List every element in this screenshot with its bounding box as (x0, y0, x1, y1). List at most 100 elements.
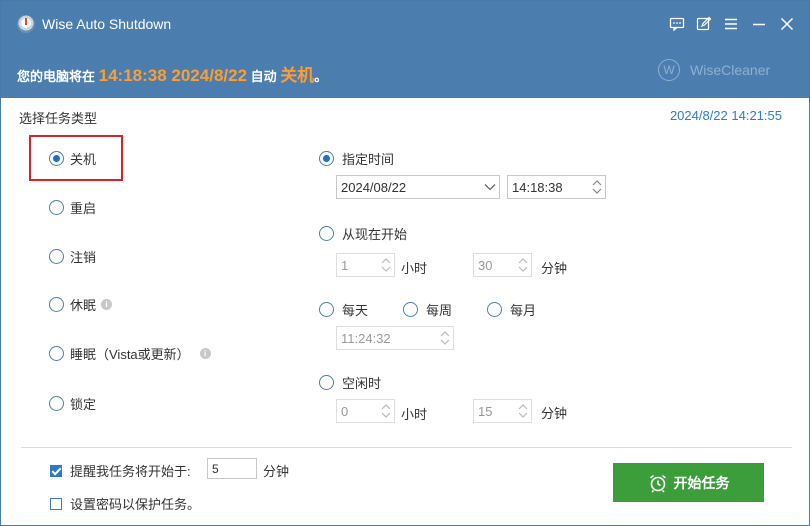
remind-label: 提醒我任务将开始于: (70, 464, 191, 479)
radio-shutdown-indicator[interactable] (49, 151, 64, 166)
chevron-down-icon[interactable] (481, 176, 499, 198)
spin-up-icon[interactable] (592, 179, 602, 187)
radio-sleep-label: 睡眠（Vista或更新） (70, 347, 190, 362)
wisecleaner-logo-icon: W (658, 59, 680, 81)
idle-minutes-stepper[interactable]: 15 (473, 399, 532, 423)
remind-unit: 分钟 (263, 464, 290, 479)
radio-weekly[interactable]: 每周 (403, 300, 452, 319)
hibernate-info-icon[interactable]: i (101, 299, 113, 310)
title-bar: Wise Auto Shutdown (1, 1, 809, 49)
remind-checkbox-box[interactable] (50, 464, 62, 477)
spin-down-icon[interactable] (518, 265, 528, 273)
idle-minutes-spin[interactable] (515, 400, 531, 422)
password-checkbox[interactable]: 设置密码以保护任务。 (50, 494, 200, 513)
feedback-icon[interactable] (666, 13, 688, 35)
radio-idle-indicator[interactable] (319, 375, 334, 390)
from-now-minutes-spin[interactable] (515, 254, 531, 276)
alarm-clock-icon (649, 474, 666, 493)
spin-up-icon[interactable] (381, 403, 391, 411)
spin-up-icon[interactable] (518, 257, 528, 265)
radio-specific-time-indicator[interactable] (319, 151, 334, 166)
radio-from-now[interactable]: 从现在开始 (319, 224, 407, 243)
radio-daily-indicator[interactable] (319, 302, 334, 317)
idle-hours-stepper[interactable]: 0 (336, 399, 395, 423)
radio-restart[interactable]: 重启 (49, 198, 96, 217)
idle-hours-spin[interactable] (378, 400, 394, 422)
radio-hibernate-label: 休眠 (70, 298, 97, 313)
repeat-time-value: 11:24:32 (341, 330, 391, 346)
spin-up-icon[interactable] (381, 257, 391, 265)
minimize-icon[interactable] (748, 13, 770, 35)
remind-minutes-input[interactable]: 5 (207, 458, 257, 479)
radio-weekly-indicator[interactable] (403, 302, 418, 317)
radio-hibernate-indicator[interactable] (49, 297, 64, 312)
start-task-button[interactable]: 开始任务 (613, 463, 764, 502)
radio-weekly-label: 每周 (426, 303, 453, 318)
radio-lock[interactable]: 锁定 (49, 394, 96, 413)
window-title: Wise Auto Shutdown (42, 16, 172, 32)
repeat-time-stepper[interactable]: 11:24:32 (336, 326, 454, 350)
spin-down-icon[interactable] (381, 411, 391, 419)
spin-down-icon[interactable] (381, 265, 391, 273)
radio-from-now-label: 从现在开始 (342, 227, 408, 242)
radio-hibernate[interactable]: 休眠 i (49, 295, 113, 314)
idle-hours-unit: 小时 (401, 407, 428, 422)
radio-monthly-label: 每月 (510, 303, 537, 318)
scheduled-status-text: 您的电脑将在 14:18:38 2024/8/22 自动 关机。 (17, 61, 327, 86)
wisecleaner-logo[interactable]: W WiseCleaner (658, 59, 770, 81)
from-now-minutes-value: 30 (478, 257, 493, 273)
sleep-info-icon[interactable]: i (199, 348, 211, 359)
from-now-minutes-stepper[interactable]: 30 (473, 253, 532, 277)
radio-logoff[interactable]: 注销 (49, 247, 96, 266)
footer-divider (21, 447, 792, 448)
current-time: 2024/8/22 14:21:55 (669, 108, 782, 123)
app-logo-icon (17, 15, 35, 33)
radio-monthly-indicator[interactable] (487, 302, 502, 317)
radio-restart-label: 重启 (70, 201, 97, 216)
radio-lock-indicator[interactable] (49, 396, 64, 411)
time-stepper[interactable]: 14:18:38 (507, 175, 606, 199)
radio-daily-label: 每天 (342, 303, 369, 318)
radio-monthly[interactable]: 每月 (487, 300, 536, 319)
radio-specific-time[interactable]: 指定时间 (319, 149, 394, 168)
from-now-hours-spin[interactable] (378, 254, 394, 276)
time-spin-buttons[interactable] (589, 176, 605, 198)
radio-idle-label: 空闲时 (342, 376, 382, 391)
idle-minutes-unit: 分钟 (541, 406, 568, 421)
password-checkbox-box[interactable] (50, 497, 62, 510)
wisecleaner-logo-text: WiseCleaner (690, 62, 771, 78)
from-now-minutes-unit: 分钟 (541, 261, 568, 276)
radio-idle[interactable]: 空闲时 (319, 373, 381, 392)
remind-checkbox[interactable]: 提醒我任务将开始于: (50, 461, 191, 480)
password-label: 设置密码以保护任务。 (70, 497, 201, 512)
radio-sleep-indicator[interactable] (49, 346, 64, 361)
time-value: 14:18:38 (512, 179, 563, 195)
spin-down-icon[interactable] (440, 338, 450, 346)
status-banner: 您的电脑将在 14:18:38 2024/8/22 自动 关机。 W WiseC… (1, 49, 809, 98)
radio-logoff-label: 注销 (70, 250, 97, 265)
radio-from-now-indicator[interactable] (319, 226, 334, 241)
radio-shutdown[interactable]: 关机 (49, 149, 96, 168)
spin-down-icon[interactable] (592, 187, 602, 195)
radio-logoff-indicator[interactable] (49, 249, 64, 264)
banner-suffix: 。 (314, 69, 328, 84)
radio-daily[interactable]: 每天 (319, 300, 368, 319)
repeat-time-spin[interactable] (437, 327, 453, 349)
banner-prefix: 您的电脑将在 (17, 69, 99, 84)
date-picker[interactable]: 2024/08/22 (336, 175, 500, 199)
menu-icon[interactable] (720, 13, 742, 35)
banner-scheduled-time: 14:18:38 2024/8/22 (98, 66, 248, 85)
spin-up-icon[interactable] (518, 403, 528, 411)
radio-sleep[interactable]: 睡眠（Vista或更新） i (49, 344, 211, 363)
edit-icon[interactable] (693, 13, 715, 35)
close-icon[interactable] (776, 13, 798, 35)
spin-down-icon[interactable] (518, 411, 528, 419)
radio-shutdown-label: 关机 (70, 152, 97, 167)
from-now-hours-stepper[interactable]: 1 (336, 253, 395, 277)
spin-up-icon[interactable] (440, 330, 450, 338)
app-window: Wise Auto Shutdown 您的电脑将在 14:18:38 2024/… (0, 0, 810, 526)
banner-action: 关机 (280, 66, 315, 85)
remind-minutes-value: 5 (212, 461, 219, 476)
task-type-title: 选择任务类型 (19, 111, 98, 126)
radio-restart-indicator[interactable] (49, 200, 64, 215)
